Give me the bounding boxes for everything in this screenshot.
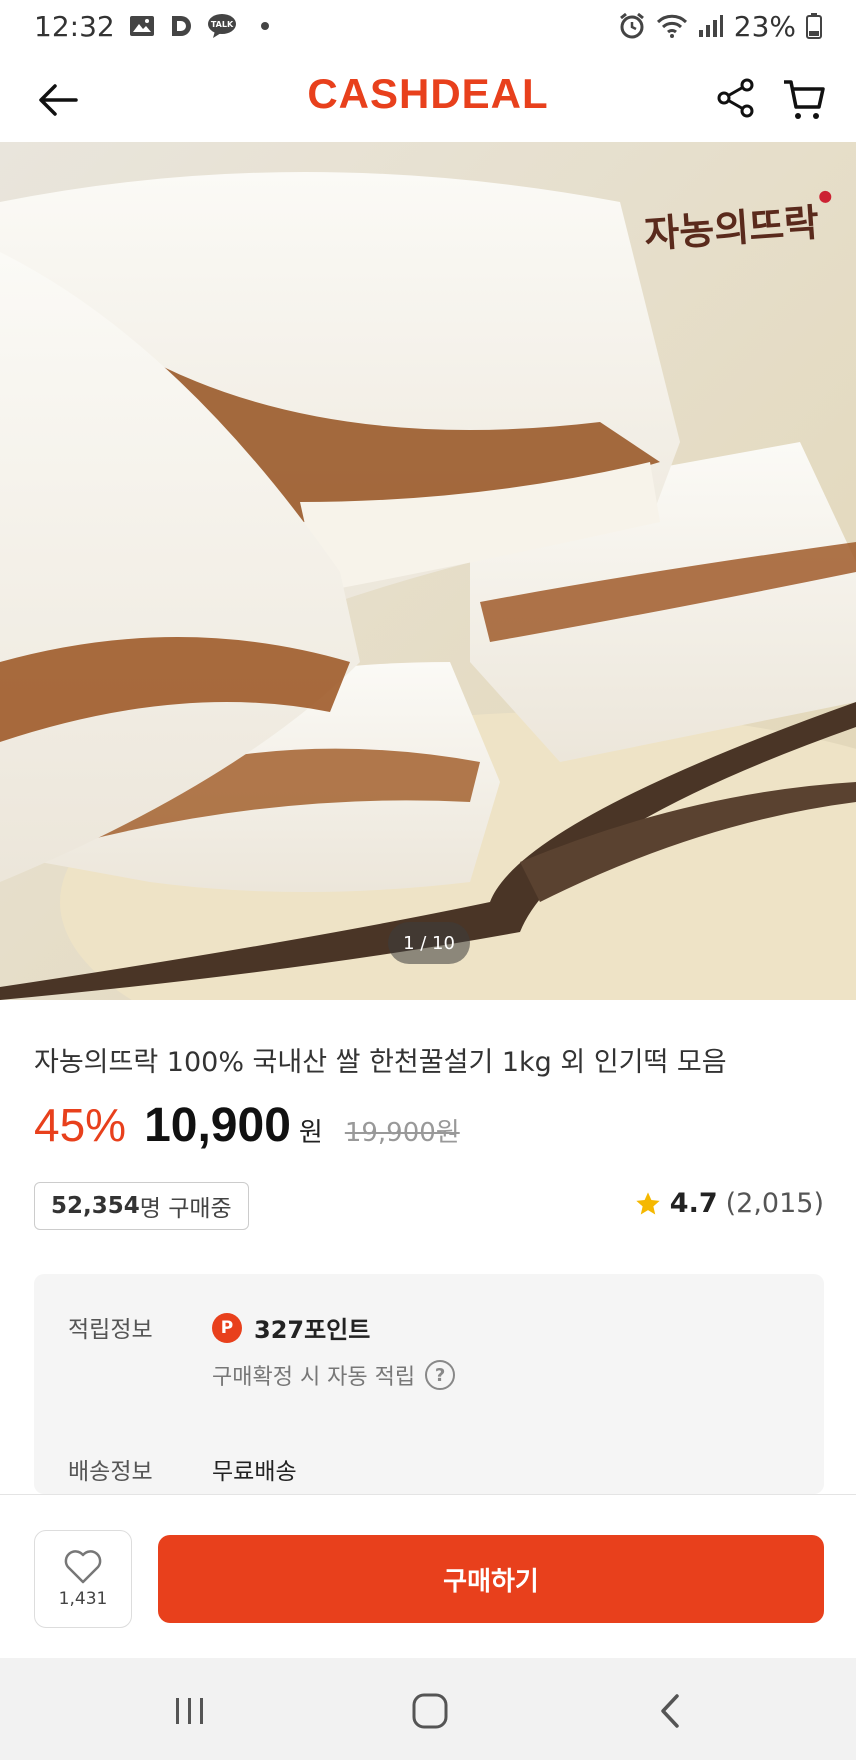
- home-button[interactable]: [400, 1686, 460, 1736]
- recent-apps-button[interactable]: [160, 1686, 220, 1736]
- signal-icon: [698, 14, 724, 38]
- benefit-info-box: 적립정보 P 327포인트 구매확정 시 자동 적립 ? 배송정보 무료배송: [34, 1274, 824, 1494]
- back-button[interactable]: [30, 72, 86, 128]
- battery-icon: [806, 13, 822, 39]
- like-count: 1,431: [58, 1589, 108, 1609]
- system-back-button[interactable]: [640, 1686, 700, 1736]
- product-image[interactable]: 자농의뜨락 1 / 10: [0, 142, 856, 1000]
- status-bar: 12:32 TALK 23%: [0, 0, 856, 52]
- buy-button[interactable]: 구매하기: [158, 1535, 824, 1623]
- shipping-value: 무료배송: [212, 1459, 297, 1485]
- shipping-row: 배송정보 무료배송: [68, 1452, 297, 1486]
- app-header: CASHDEAL: [0, 52, 856, 142]
- rice-cake-photo: [0, 142, 856, 1000]
- wifi-icon: [656, 13, 688, 39]
- svg-text:TALK: TALK: [211, 20, 234, 29]
- star-icon: [636, 1191, 660, 1214]
- points-row: 적립정보 P 327포인트 구매확정 시 자동 적립 ?: [68, 1310, 456, 1391]
- help-icon[interactable]: ?: [425, 1360, 456, 1390]
- buyers-badge: 52,354 명 구매중: [34, 1182, 249, 1230]
- cart-icon: [784, 80, 825, 119]
- points-note: 구매확정 시 자동 적립: [212, 1365, 416, 1390]
- discount-rate: 45%: [34, 1099, 127, 1151]
- talk-icon: TALK: [207, 13, 237, 39]
- original-price: 19,900원: [344, 1118, 460, 1148]
- system-nav-bar: [0, 1658, 856, 1760]
- buyers-suffix: 명 구매중: [139, 1196, 232, 1222]
- buyers-count: 52,354: [51, 1193, 140, 1219]
- back-arrow-icon: [39, 84, 78, 116]
- alarm-icon: [618, 12, 646, 40]
- price-row: 45% 10,900 원 19,900원: [34, 1098, 460, 1158]
- sale-price: 10,900: [144, 1099, 291, 1152]
- points-icon: P: [212, 1312, 242, 1343]
- cart-button[interactable]: [774, 70, 834, 130]
- review-count: (2,015): [725, 1188, 824, 1219]
- currency-unit: 원: [298, 1118, 323, 1148]
- notification-dot: [260, 22, 269, 30]
- bottom-action-bar: 1,431 구매하기: [0, 1494, 856, 1658]
- like-button[interactable]: 1,431: [34, 1530, 132, 1628]
- home-icon: [412, 1693, 448, 1729]
- clock: 12:32: [34, 9, 115, 43]
- recent-apps-icon: [176, 1698, 203, 1724]
- back-icon: [661, 1694, 679, 1728]
- image-counter: 1 / 10: [388, 922, 470, 964]
- battery-percent: 23%: [733, 9, 796, 43]
- rating-value: 4.7: [669, 1188, 718, 1219]
- rating-summary[interactable]: 4.7 (2,015): [634, 1188, 824, 1219]
- points-value: 327포인트: [254, 1316, 371, 1344]
- points-label: 적립정보: [68, 1317, 153, 1343]
- share-icon: [717, 78, 754, 118]
- product-title: 자농의뜨락 100% 국내산 쌀 한천꿀설기 1kg 외 인기떡 모음: [34, 1047, 727, 1078]
- shipping-label: 배송정보: [68, 1459, 153, 1485]
- gallery-icon: [129, 15, 155, 37]
- share-button[interactable]: [708, 70, 764, 126]
- points-content: P 327포인트 구매확정 시 자동 적립 ?: [212, 1310, 456, 1391]
- heart-icon: [64, 1550, 102, 1584]
- d-app-icon: [169, 14, 193, 38]
